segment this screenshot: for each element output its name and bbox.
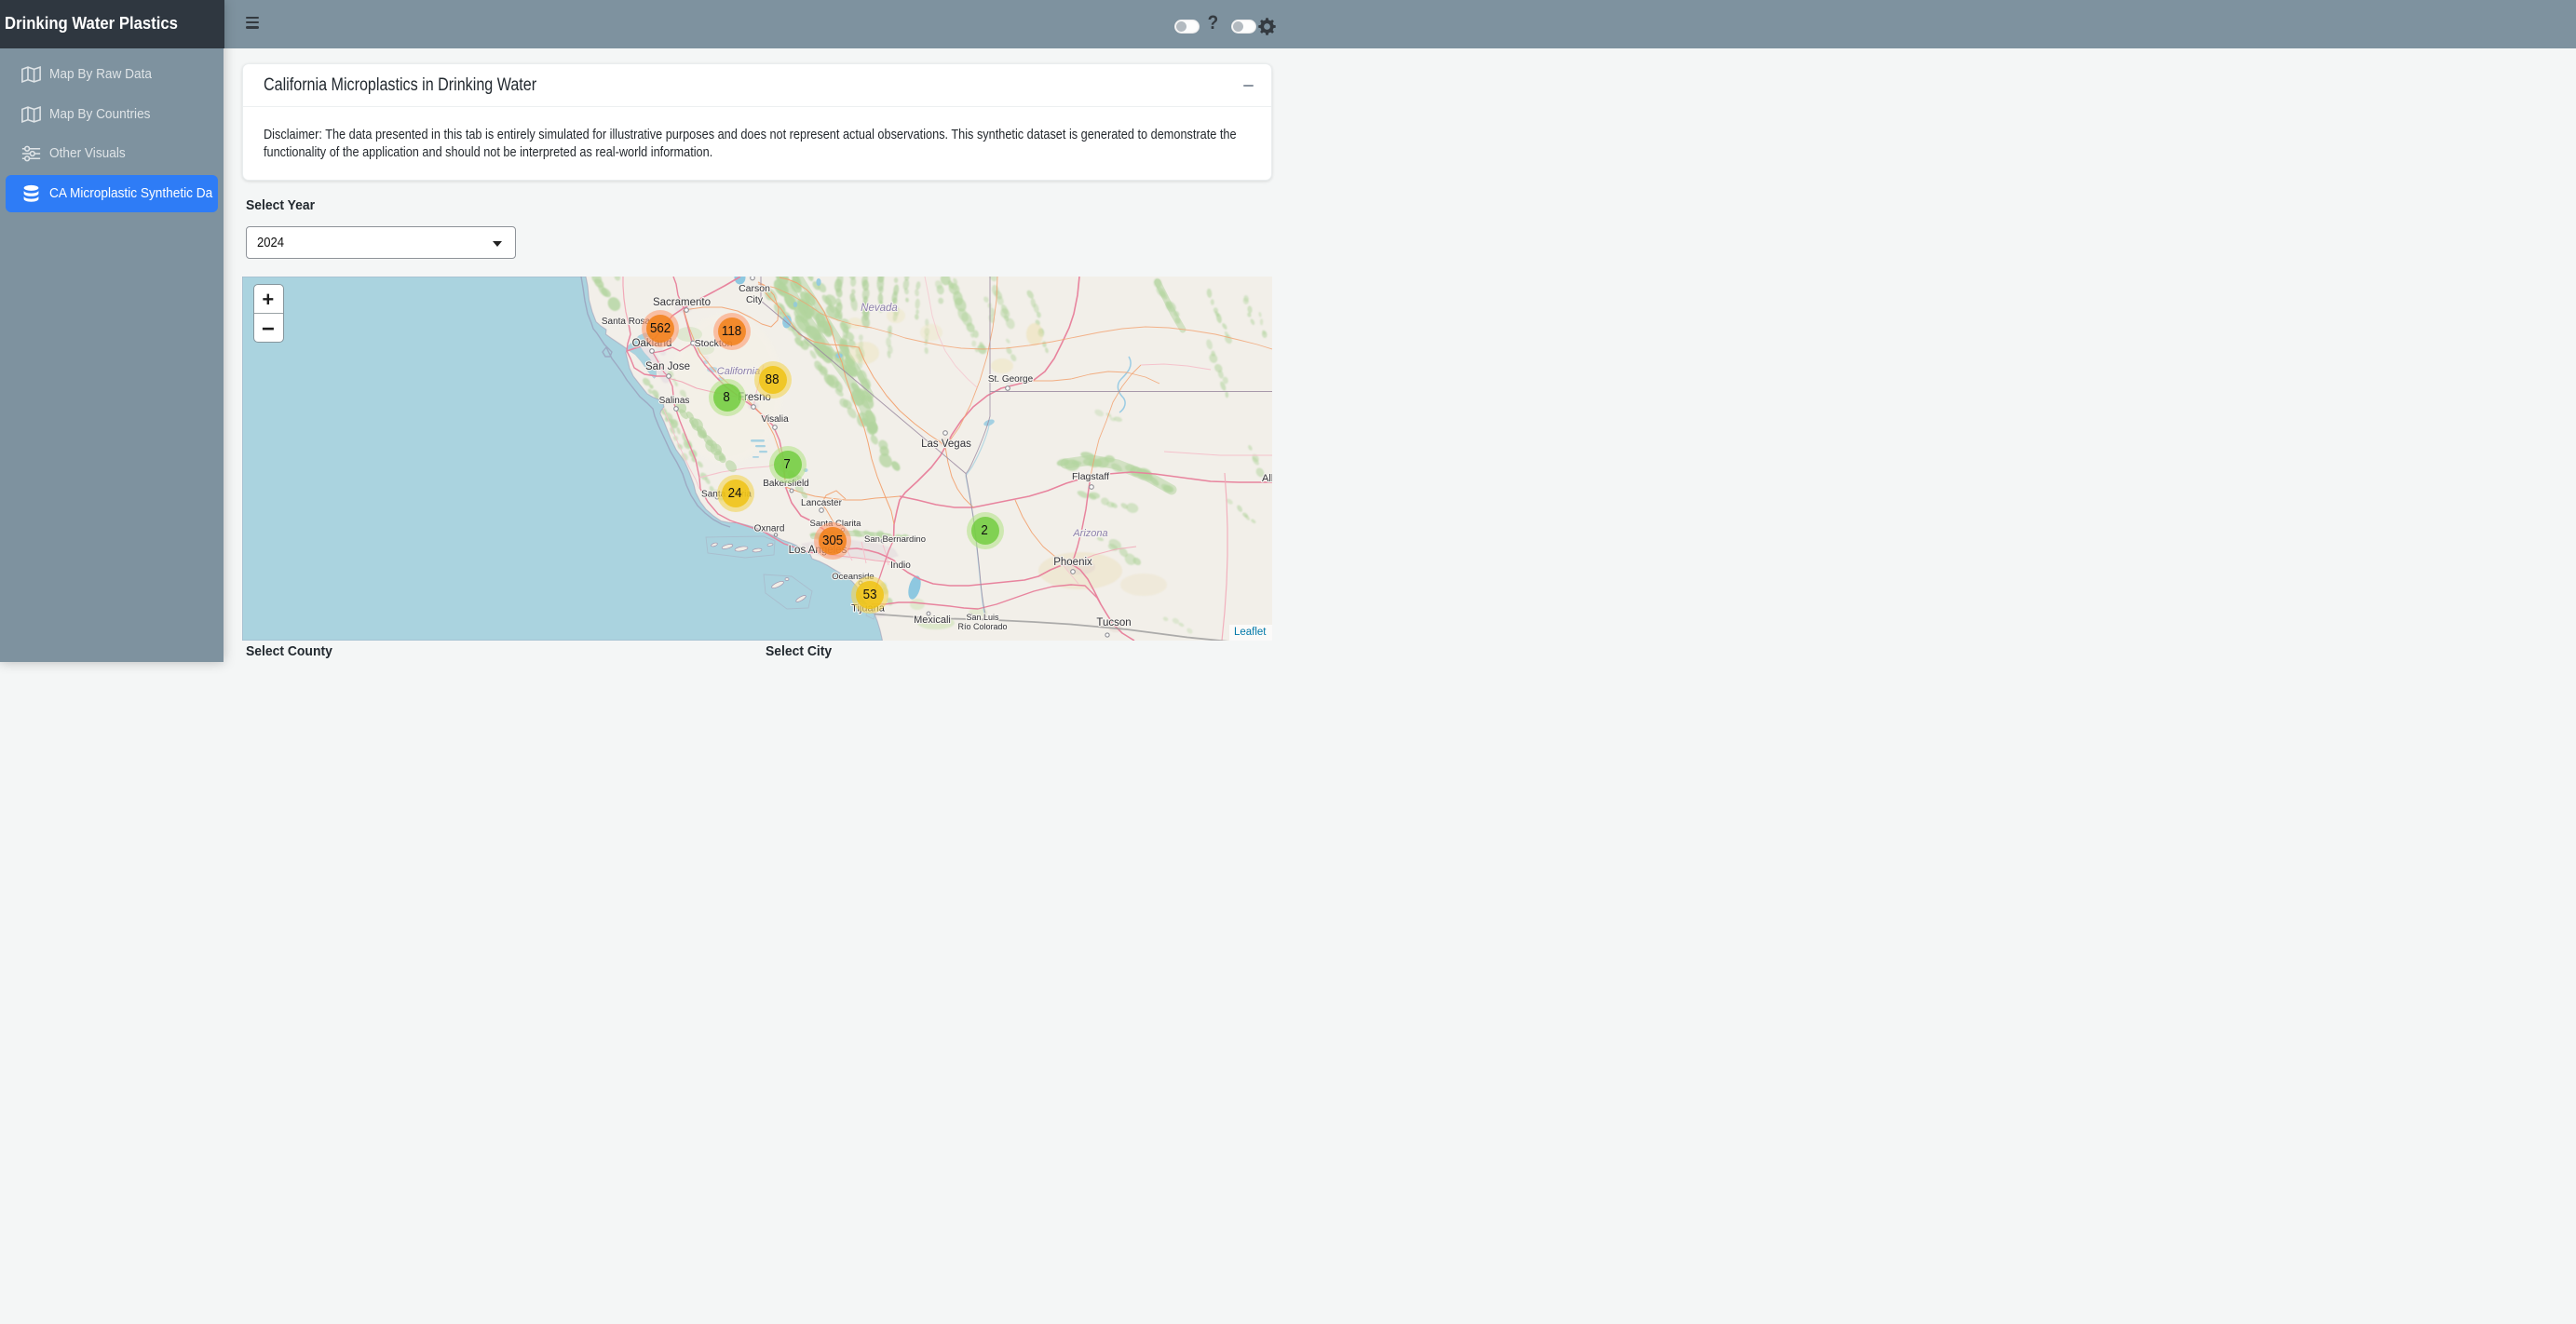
svg-text:Sacramento: Sacramento (653, 297, 711, 308)
svg-text:Salinas: Salinas (659, 396, 690, 406)
svg-text:Oxnard: Oxnard (754, 523, 785, 534)
svg-text:San Jose: San Jose (645, 361, 690, 372)
svg-text:Las Vegas: Las Vegas (921, 439, 971, 450)
svg-text:City: City (746, 294, 764, 305)
svg-text:Carson: Carson (739, 283, 770, 294)
svg-text:Mexicali: Mexicali (914, 615, 951, 626)
svg-text:San Luis: San Luis (966, 613, 999, 622)
svg-text:Indio: Indio (890, 561, 911, 571)
svg-text:California: California (717, 366, 760, 377)
svg-text:San Bernardino: San Bernardino (864, 534, 926, 545)
svg-text:Arizona: Arizona (1072, 528, 1107, 539)
svg-text:Phoenix: Phoenix (1053, 557, 1092, 568)
svg-text:Lancaster: Lancaster (801, 498, 843, 508)
svg-text:Tucson: Tucson (1096, 617, 1131, 628)
svg-text:Flagstaff: Flagstaff (1072, 471, 1109, 482)
svg-text:Río Colorado: Río Colorado (957, 622, 1007, 631)
svg-text:St. George: St. George (988, 374, 1034, 385)
svg-text:Alb: Alb (1262, 473, 1271, 484)
svg-text:Nevada: Nevada (861, 303, 898, 314)
svg-text:Visalia: Visalia (761, 414, 789, 425)
